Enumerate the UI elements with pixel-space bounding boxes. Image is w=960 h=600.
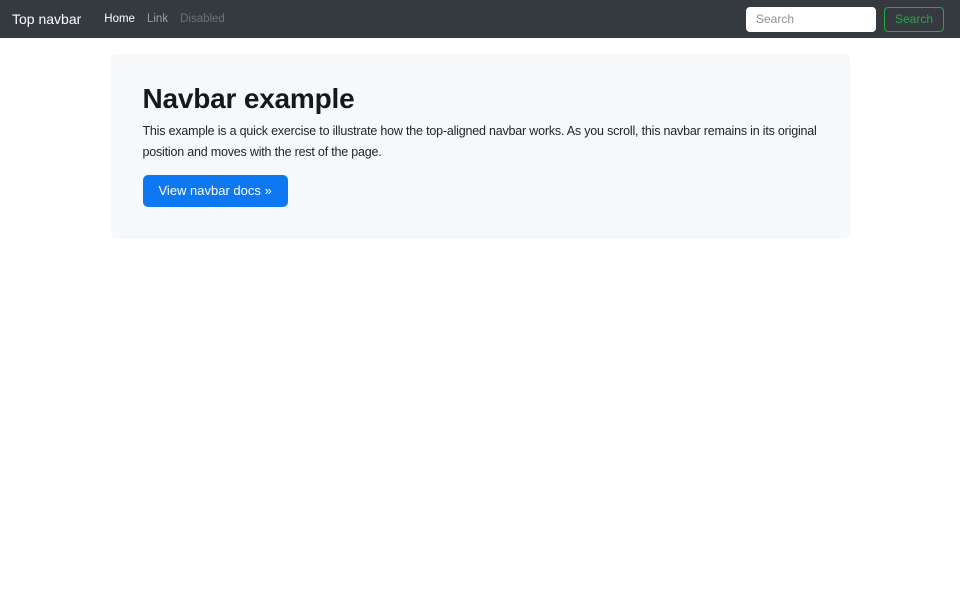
navbar-brand[interactable]: Top navbar [12, 11, 81, 27]
nav-link-link[interactable]: Link [141, 13, 174, 25]
search-form: Search [745, 6, 944, 32]
top-navbar: Top navbar Home Link Disabled Search [0, 0, 960, 38]
hero-panel: Navbar example This example is a quick e… [110, 54, 850, 239]
main-content: Navbar example This example is a quick e… [110, 54, 850, 239]
hero-description: This example is a quick exercise to illu… [142, 124, 817, 159]
nav-link-disabled: Disabled [180, 13, 225, 25]
page-title: Navbar example [142, 83, 355, 114]
view-navbar-docs-button[interactable]: View navbar docs » [142, 175, 288, 207]
search-button[interactable]: Search [883, 6, 944, 32]
search-input[interactable] [745, 6, 876, 32]
nav-link-home[interactable]: Home [98, 13, 141, 25]
navbar-links: Home Link Disabled [98, 13, 231, 25]
